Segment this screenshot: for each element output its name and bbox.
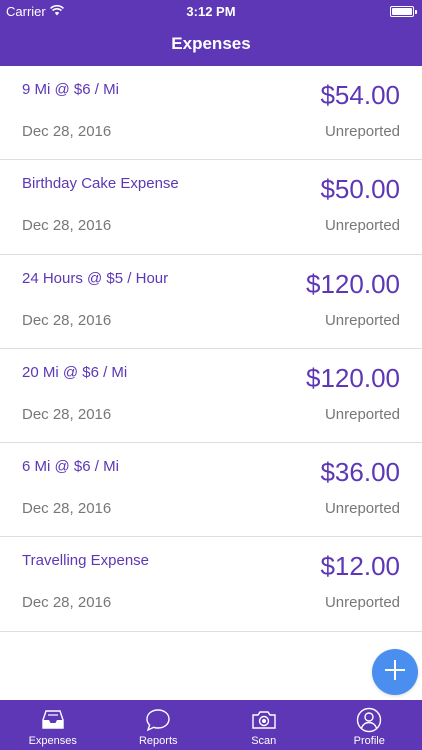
expense-row[interactable]: Travelling Expense $12.00 Dec 28, 2016 U… (0, 537, 422, 632)
expense-title: 20 Mi @ $6 / Mi (22, 363, 128, 381)
expense-amount: $54.00 (320, 80, 400, 110)
expense-date: Dec 28, 2016 (22, 594, 112, 612)
expense-row[interactable]: 24 Hours @ $5 / Hour $120.00 Dec 28, 201… (0, 255, 422, 349)
expense-status: Unreported (324, 123, 400, 140)
camera-icon (251, 706, 277, 734)
tab-label: Scan (251, 735, 277, 747)
expense-amount: $120.00 (306, 362, 400, 393)
expense-status: Unreported (324, 311, 400, 329)
expense-row[interactable]: Birthday Cake Expense $50.00 Dec 28, 201… (0, 160, 422, 255)
expense-date: Dec 28, 2016 (22, 123, 112, 140)
expense-list: 9 Mi @ $6 / Mi $54.00 Dec 28, 2016 Unrep… (0, 66, 422, 632)
expense-date: Dec 28, 2016 (22, 405, 112, 423)
tab-reports[interactable]: Reports (106, 700, 212, 750)
tab-label: Expenses (28, 735, 77, 747)
expense-row[interactable]: 20 Mi @ $6 / Mi $120.00 Dec 28, 2016 Unr… (0, 349, 422, 444)
user-icon (356, 706, 382, 734)
chat-bubble-icon (145, 706, 171, 734)
page-title: Expenses (171, 34, 251, 53)
expense-row[interactable]: 6 Mi @ $6 / Mi $36.00 Dec 28, 2016 Unrep… (0, 443, 422, 538)
expense-date: Dec 28, 2016 (22, 500, 112, 518)
tab-scan[interactable]: Scan (211, 700, 317, 750)
expense-title: 9 Mi @ $6 / Mi (22, 81, 119, 98)
expense-amount: $120.00 (306, 268, 400, 299)
expense-title: Travelling Expense (22, 552, 150, 570)
plus-icon (383, 658, 407, 687)
expense-status: Unreported (324, 500, 400, 518)
expense-amount: $36.00 (320, 457, 400, 488)
app-header: Carrier 3:12 PM Expenses (0, 0, 422, 66)
expense-row[interactable]: 9 Mi @ $6 / Mi $54.00 Dec 28, 2016 Unrep… (0, 66, 422, 161)
expense-status: Unreported (324, 594, 400, 612)
tab-profile[interactable]: Profile (317, 700, 422, 750)
expense-title: Birthday Cake Expense (22, 175, 179, 193)
expense-amount: $12.00 (320, 551, 400, 582)
battery-icon (390, 6, 417, 17)
battery-level (392, 8, 412, 15)
expense-status: Unreported (324, 217, 400, 235)
add-expense-button[interactable] (372, 649, 418, 695)
expense-amount: $50.00 (320, 174, 400, 205)
tab-label: Profile (353, 735, 385, 747)
expense-title: 24 Hours @ $5 / Hour (22, 269, 169, 287)
inbox-tray-icon (41, 706, 65, 734)
expense-status: Unreported (324, 405, 400, 423)
status-time: 3:12 PM (186, 4, 236, 19)
status-bar: Carrier 3:12 PM (0, 0, 422, 22)
expense-title: 6 Mi @ $6 / Mi (22, 458, 119, 476)
expense-date: Dec 28, 2016 (22, 311, 112, 329)
tab-expenses[interactable]: Expenses (0, 700, 106, 750)
tab-label: Reports (138, 735, 178, 747)
tab-bar: Expenses Reports Scan Profile (0, 700, 422, 750)
expense-date: Dec 28, 2016 (22, 217, 112, 235)
